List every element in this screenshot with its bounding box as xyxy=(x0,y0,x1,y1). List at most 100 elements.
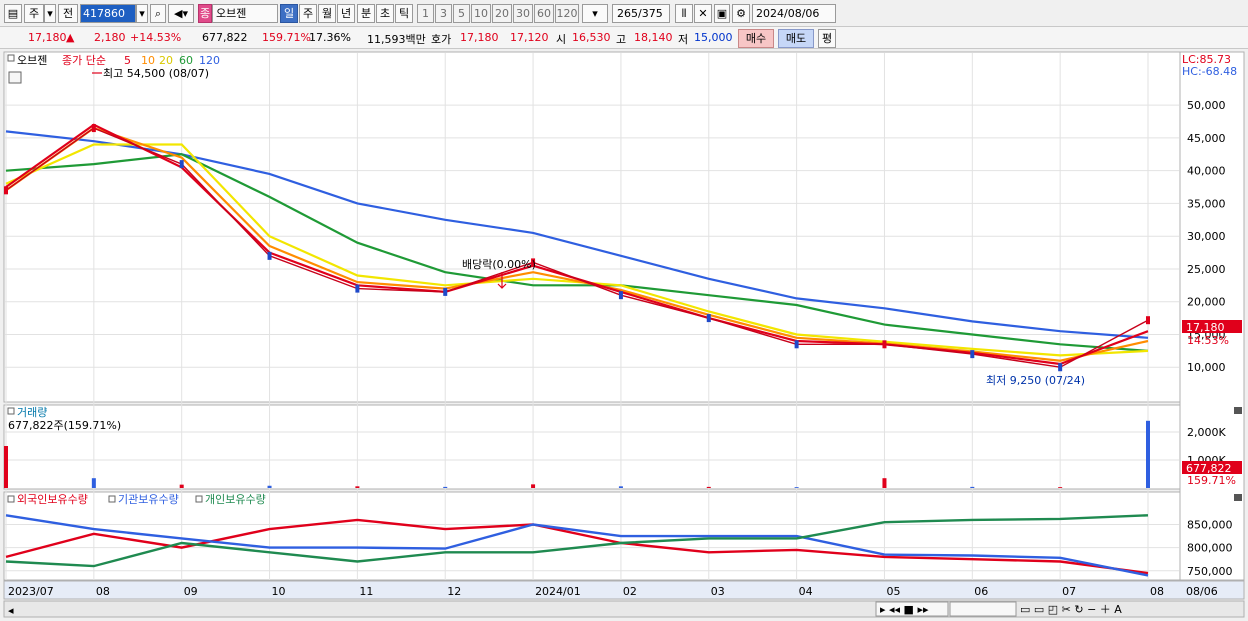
interval-tab-year[interactable]: 년 xyxy=(337,4,355,23)
holdings-pane-close-icon[interactable] xyxy=(1234,494,1242,501)
x-tick-label: 08 xyxy=(1150,585,1164,598)
stock-type-badge: 종 xyxy=(198,4,212,23)
high-annotation: 최고 54,500 (08/07) xyxy=(103,67,209,80)
price-y-tick: 25,000 xyxy=(1187,263,1226,276)
gear-icon[interactable]: ⚙ xyxy=(732,4,750,23)
legend-square-icon xyxy=(7,407,15,415)
save-icon[interactable]: ▣ xyxy=(714,4,730,23)
candle-icon[interactable]: ⫴ xyxy=(675,4,693,23)
price-tag-text: 17,180 xyxy=(1186,321,1225,334)
interval-tab-second[interactable]: 초 xyxy=(376,4,394,23)
period-tab-prev[interactable]: 전 xyxy=(58,4,78,23)
legend-ma-5: 5 xyxy=(124,54,131,67)
volume-value: 677,822 xyxy=(202,31,248,44)
open-label: 시 xyxy=(556,33,567,46)
x-tick-label: 12 xyxy=(447,585,461,598)
count-display: 265/375 xyxy=(612,4,670,23)
dropdown-arrow-icon[interactable]: ▾ xyxy=(44,4,56,23)
sell-button[interactable]: 매도 xyxy=(778,29,814,48)
period-tab-week[interactable]: 주 xyxy=(24,4,44,23)
buy-button[interactable]: 매수 xyxy=(738,29,774,48)
x-tick-label: 03 xyxy=(711,585,725,598)
candle-marker xyxy=(882,340,887,349)
x-tick-label: 04 xyxy=(799,585,813,598)
window-menu-icon[interactable]: ▤ xyxy=(4,4,22,23)
candle-marker xyxy=(970,350,975,359)
candle-marker xyxy=(706,314,711,323)
number-tab-60[interactable]: 60 xyxy=(534,4,554,23)
holdings-y-tick: 850,000 xyxy=(1187,519,1233,532)
holdings-y-tick: 800,000 xyxy=(1187,542,1233,555)
volume-bar xyxy=(91,478,96,488)
legend-individual: 개인보유수량 xyxy=(205,493,266,506)
candle-marker xyxy=(355,284,360,293)
number-tab-10[interactable]: 10 xyxy=(471,4,491,23)
up-arrow-icon: ▲ xyxy=(66,31,75,44)
number-tab-20[interactable]: 20 xyxy=(492,4,512,23)
current-price: 17,180 xyxy=(28,31,67,44)
interval-tab-week[interactable]: 주 xyxy=(299,4,317,23)
holdings-y-tick: 750,000 xyxy=(1187,565,1233,578)
volume-bar xyxy=(794,487,799,488)
price-pane[interactable] xyxy=(3,51,1181,403)
stock-code-input[interactable]: 417860 xyxy=(80,4,136,23)
volume-y-tick: 2,000K xyxy=(1187,426,1226,439)
volume-bar xyxy=(443,486,448,488)
candle-marker xyxy=(618,291,623,300)
x-end-label: 08/06 xyxy=(1186,585,1218,598)
eval-button[interactable]: 평 xyxy=(818,29,836,48)
price-y-tick: 50,000 xyxy=(1187,99,1226,112)
speaker-icon[interactable]: ◀▾ xyxy=(168,4,194,23)
number-tab-1[interactable]: 1 xyxy=(417,4,434,23)
price-pct-tag: 14.53% xyxy=(1187,334,1229,347)
candle-marker xyxy=(794,340,799,349)
volume-pane-close-icon[interactable] xyxy=(1234,407,1242,414)
price-y-tick: 20,000 xyxy=(1187,296,1226,309)
stock-name-field[interactable]: 오브젠 xyxy=(212,4,278,23)
interval-tab-minute[interactable]: 분 xyxy=(357,4,375,23)
legend-ma-120: 120 xyxy=(199,54,220,67)
number-tab-120[interactable]: 120 xyxy=(555,4,579,23)
toolbar: ▤ 주 ▾ 전 417860 ▾ ⌕ ◀▾ 종 오브젠 일 주 월 년 분 초 … xyxy=(0,0,1248,27)
legend-ma-20: 20 xyxy=(159,54,173,67)
volume-bar xyxy=(179,484,184,488)
volume-bar xyxy=(618,486,623,488)
number-tab-5[interactable]: 5 xyxy=(453,4,470,23)
date-field[interactable]: 2024/08/06 xyxy=(752,4,836,23)
candle-marker xyxy=(179,160,184,169)
volume-pane[interactable] xyxy=(3,404,1181,490)
holdings-pane-legend: 외국인보유수량 기관보유수량 개인보유수량 xyxy=(7,493,266,506)
x-tick-label: 06 xyxy=(974,585,988,598)
chart-area[interactable]: 2023/07 08 09 10 11 12 2024/01 02 03 04 05 06 07 08 08… xyxy=(0,50,1248,621)
chart-svg[interactable]: 2023/07 08 09 10 11 12 2024/01 02 03 04 05 06 07 08 08… xyxy=(0,50,1248,621)
code-dropdown-icon[interactable]: ▾ xyxy=(136,4,148,23)
interval-tab-day[interactable]: 일 xyxy=(280,4,298,23)
candle-marker xyxy=(443,287,448,296)
candle-marker xyxy=(91,124,96,133)
high-price: 18,140 xyxy=(634,31,673,44)
interval-tab-tick[interactable]: 틱 xyxy=(395,4,413,23)
x-tick-label: 11 xyxy=(359,585,373,598)
x-tick-label: 08 xyxy=(96,585,110,598)
interval-tab-month[interactable]: 월 xyxy=(318,4,336,23)
play-controls-icon[interactable]: ▸ ◂◂ ■ ▸▸ xyxy=(880,603,929,616)
chart-tools-icon[interactable]: ▭ ▭ ◰ ✂ ↻ − ＋ A xyxy=(1020,603,1122,616)
x-tick-label: 2023/07 xyxy=(8,585,54,598)
scroll-left-icon[interactable]: ◂ xyxy=(8,604,14,617)
zoom-slider[interactable] xyxy=(949,601,1017,617)
table-icon[interactable] xyxy=(8,71,22,84)
search-icon[interactable]: ⌕ xyxy=(150,4,166,23)
candle-marker xyxy=(1058,363,1063,372)
cross-icon[interactable]: ✕ xyxy=(694,4,712,23)
number-tab-30[interactable]: 30 xyxy=(513,4,533,23)
price-y-tick: 35,000 xyxy=(1187,197,1226,210)
legend-square-icon xyxy=(108,495,116,503)
volume-bar xyxy=(355,486,360,488)
x-tick-label: 09 xyxy=(184,585,198,598)
count-total: /375 xyxy=(638,7,663,20)
price-y-tick: 40,000 xyxy=(1187,165,1226,178)
low-label: 저 xyxy=(678,33,689,46)
number-tab-3[interactable]: 3 xyxy=(435,4,452,23)
custom-number-dropdown[interactable]: ▾ xyxy=(582,4,608,23)
x-tick-label: 07 xyxy=(1062,585,1076,598)
